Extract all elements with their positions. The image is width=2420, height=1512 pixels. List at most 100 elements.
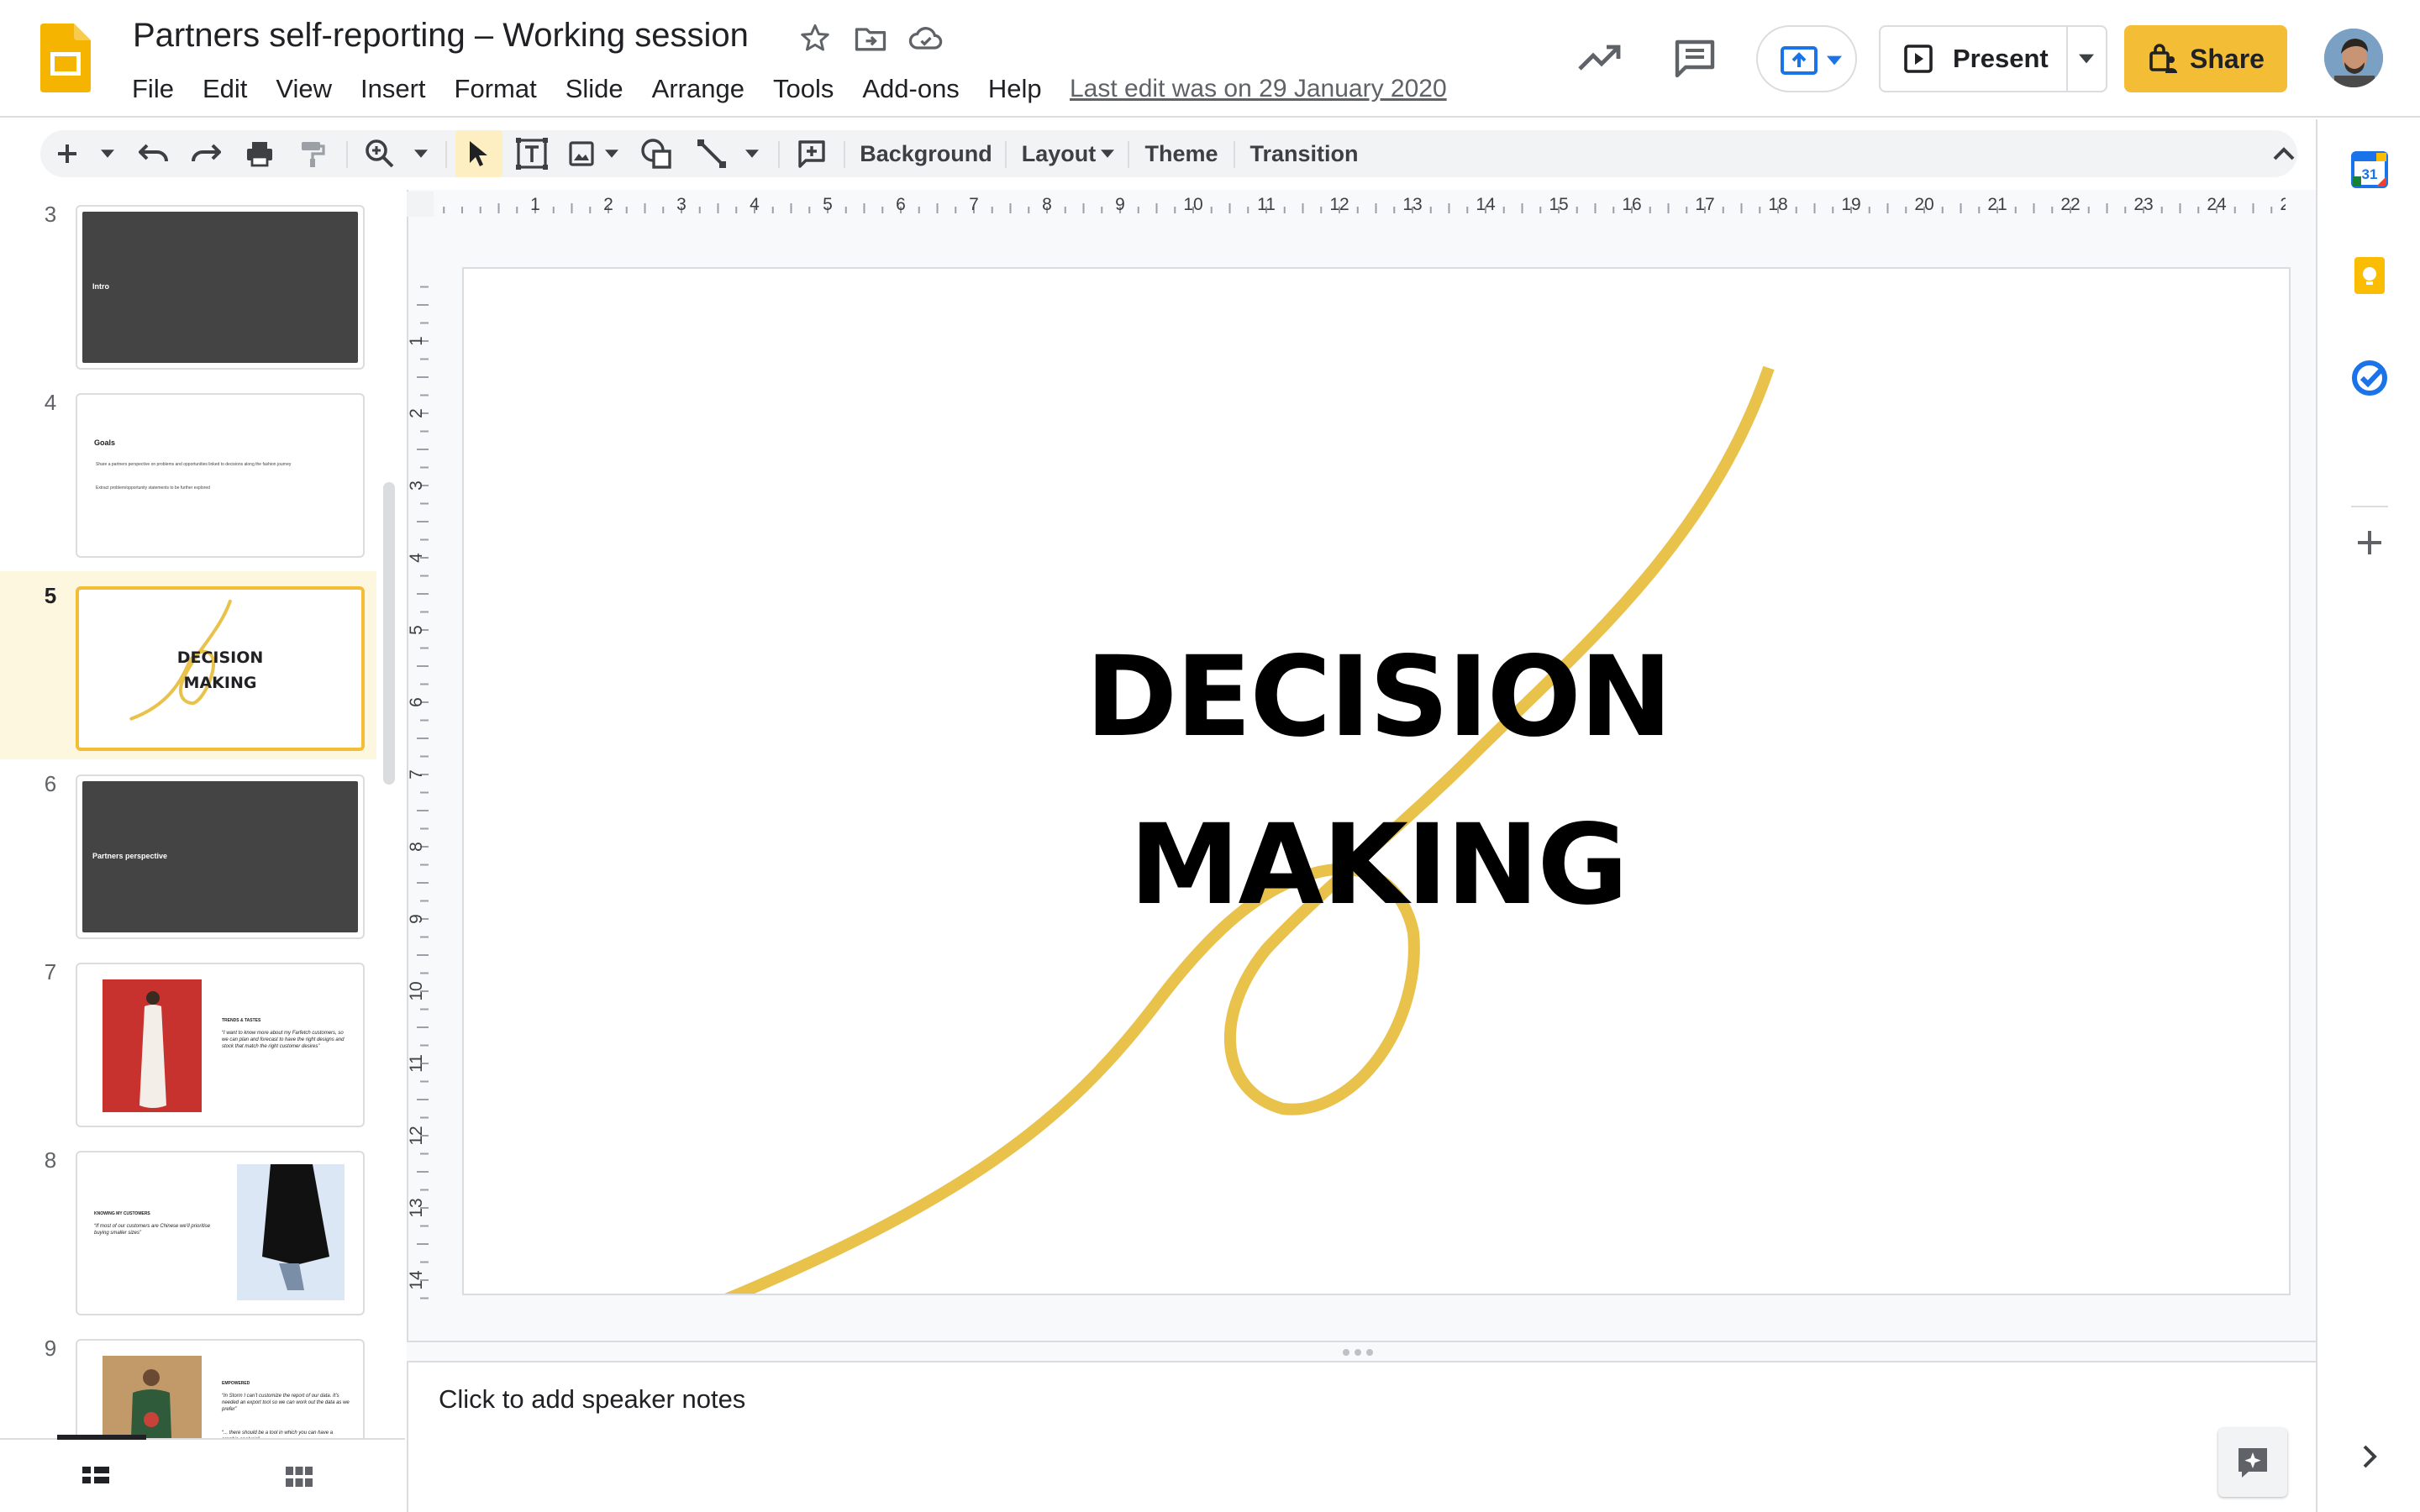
- present-options-dropdown[interactable]: [2068, 27, 2106, 91]
- slide-number: 4: [44, 390, 57, 415]
- user-avatar[interactable]: [2324, 29, 2383, 87]
- thumb-photo: [237, 1164, 345, 1300]
- last-edit-link[interactable]: Last edit was on 29 January 2020: [1070, 71, 1447, 108]
- filmstrip-slide[interactable]: 7 TRENDS & TASTES “I want to know more a…: [0, 948, 376, 1136]
- collapse-toolbar-button[interactable]: [2265, 130, 2302, 177]
- filmstrip-slide[interactable]: 3 Intro: [0, 190, 376, 378]
- new-slide-button[interactable]: [50, 130, 84, 177]
- slide-title[interactable]: DECISION MAKING: [464, 613, 2289, 949]
- slide-thumbnail[interactable]: TRENDS & TASTES “I want to know more abo…: [76, 963, 365, 1127]
- menu-arrange[interactable]: Arrange: [638, 71, 759, 108]
- keep-icon[interactable]: [2351, 257, 2388, 294]
- transition-button[interactable]: Transition: [1245, 130, 1363, 177]
- ruler-label: 2: [603, 195, 613, 214]
- select-tool-button[interactable]: [455, 130, 502, 177]
- woman-in-white-dress-image: [139, 991, 166, 1108]
- thumb-quote: “If most of our customers are Chinese we…: [94, 1224, 211, 1236]
- theme-button[interactable]: Theme: [1139, 130, 1223, 177]
- ruler-label: 7: [407, 769, 426, 780]
- text-box-button[interactable]: [513, 130, 551, 177]
- line-tool-button[interactable]: [692, 130, 731, 177]
- background-button[interactable]: Background: [855, 130, 997, 177]
- toolbar-separator: [844, 141, 845, 168]
- horizontal-ruler[interactable]: 1 2 3 4 5 6 7 8 9 10 11 12 13 14 15 16 17 18 19 20 21 22 23 24 2…: [434, 192, 2286, 217]
- present-to-meeting-button[interactable]: [1756, 25, 1857, 92]
- present-button-group: Present: [1879, 25, 2107, 92]
- shape-button[interactable]: [637, 130, 676, 177]
- zoom-button[interactable]: [361, 130, 398, 177]
- filmstrip-slide[interactable]: 8 KNOWING MY CUSTOMERS “If most of our c…: [0, 1136, 376, 1324]
- vertical-ruler[interactable]: 1234567891011121314: [407, 269, 432, 1302]
- menu-insert[interactable]: Insert: [346, 71, 440, 108]
- insert-image-dropdown[interactable]: [602, 130, 622, 177]
- person-in-black-coat-image: [237, 1164, 345, 1300]
- woman-floral-dress-image: [103, 1356, 202, 1438]
- insert-image-button[interactable]: [565, 130, 598, 177]
- undo-button[interactable]: [136, 130, 171, 177]
- theme-label: Theme: [1144, 140, 1218, 166]
- ruler-label: 11: [1257, 195, 1276, 214]
- tasks-icon[interactable]: [2351, 360, 2388, 396]
- present-button[interactable]: Present: [1881, 27, 2068, 91]
- ruler-label: 16: [1622, 195, 1641, 214]
- thumb-heading: EMPOWERED: [222, 1381, 250, 1386]
- speaker-notes-placeholder: Click to add speaker notes: [439, 1384, 746, 1414]
- menu-slide[interactable]: Slide: [551, 71, 638, 108]
- filmstrip-scrollbar[interactable]: [383, 482, 395, 785]
- menu-add-ons[interactable]: Add-ons: [848, 71, 973, 108]
- activity-trend-icon[interactable]: [1576, 37, 1623, 77]
- add-comment-button[interactable]: [793, 130, 830, 177]
- thumb-photo: [103, 1356, 202, 1438]
- thumb-label: Partners perspective: [92, 852, 168, 860]
- star-icon[interactable]: [797, 20, 834, 57]
- filmstrip-slide-selected[interactable]: 5 DECISION MAKING: [0, 571, 376, 759]
- new-slide-layout-dropdown[interactable]: [96, 130, 119, 177]
- menu-view[interactable]: View: [261, 71, 346, 108]
- ruler-label: 5: [407, 625, 426, 635]
- redo-icon: [192, 144, 221, 162]
- ruler-label: 14: [407, 1270, 426, 1290]
- menu-format[interactable]: Format: [440, 71, 551, 108]
- line-tool-dropdown[interactable]: [741, 130, 763, 177]
- slide-thumbnail[interactable]: KNOWING MY CUSTOMERS “If most of our cus…: [76, 1151, 365, 1315]
- slide-thumbnail[interactable]: Intro: [76, 205, 365, 370]
- zoom-dropdown[interactable]: [410, 130, 432, 177]
- layout-button[interactable]: Layout: [1017, 130, 1119, 177]
- comments-icon[interactable]: [1672, 37, 1718, 79]
- share-button[interactable]: Share: [2124, 25, 2287, 92]
- filmstrip-slide[interactable]: 6 Partners perspective: [0, 759, 376, 948]
- slide-thumbnail[interactable]: Goals Share a partners perspective on pr…: [76, 393, 365, 558]
- menu-edit[interactable]: Edit: [188, 71, 261, 108]
- filmstrip-slide[interactable]: 4 Goals Share a partners perspective on …: [0, 378, 376, 566]
- paint-format-button[interactable]: [294, 130, 329, 177]
- document-title[interactable]: Partners self-reporting – Working sessio…: [133, 17, 749, 55]
- slide-thumbnail[interactable]: DECISION MAKING: [76, 586, 365, 751]
- explore-button[interactable]: [2218, 1428, 2287, 1497]
- slide-thumbnail[interactable]: Partners perspective: [76, 774, 365, 939]
- menu-file[interactable]: File: [118, 71, 188, 108]
- menu-help[interactable]: Help: [974, 71, 1056, 108]
- current-slide[interactable]: DECISION MAKING: [462, 267, 2291, 1295]
- menu-tools[interactable]: Tools: [759, 71, 848, 108]
- expand-side-panel-chevron-icon[interactable]: [2354, 1441, 2385, 1472]
- move-to-folder-icon[interactable]: [852, 20, 889, 57]
- slide-thumbnail[interactable]: EMPOWERED “In Storm I can’t customize th…: [76, 1339, 365, 1438]
- chevron-down-icon: [101, 150, 114, 158]
- chevron-down-icon: [605, 150, 618, 158]
- user-photo-icon: [2324, 29, 2383, 87]
- grid-view-icon[interactable]: [286, 1467, 313, 1487]
- print-button[interactable]: [242, 130, 277, 177]
- slide-number: 6: [44, 771, 57, 796]
- speaker-notes-area[interactable]: Click to add speaker notes: [407, 1362, 2316, 1512]
- redo-button[interactable]: [188, 130, 224, 177]
- get-add-ons-plus-icon[interactable]: [2351, 524, 2388, 561]
- calendar-icon[interactable]: 31: [2351, 151, 2388, 188]
- filmstrip-slide[interactable]: 9 EMPOWERED “In Storm I can’t customize …: [0, 1324, 376, 1438]
- slides-logo-icon[interactable]: [40, 24, 91, 92]
- filmstrip-view-icon[interactable]: [82, 1467, 109, 1487]
- present-label: Present: [1953, 44, 2049, 73]
- ruler-label: 6: [407, 697, 426, 707]
- slide-number: 7: [44, 959, 57, 984]
- ruler-label: 3: [676, 195, 687, 214]
- cloud-saved-icon[interactable]: [908, 20, 944, 57]
